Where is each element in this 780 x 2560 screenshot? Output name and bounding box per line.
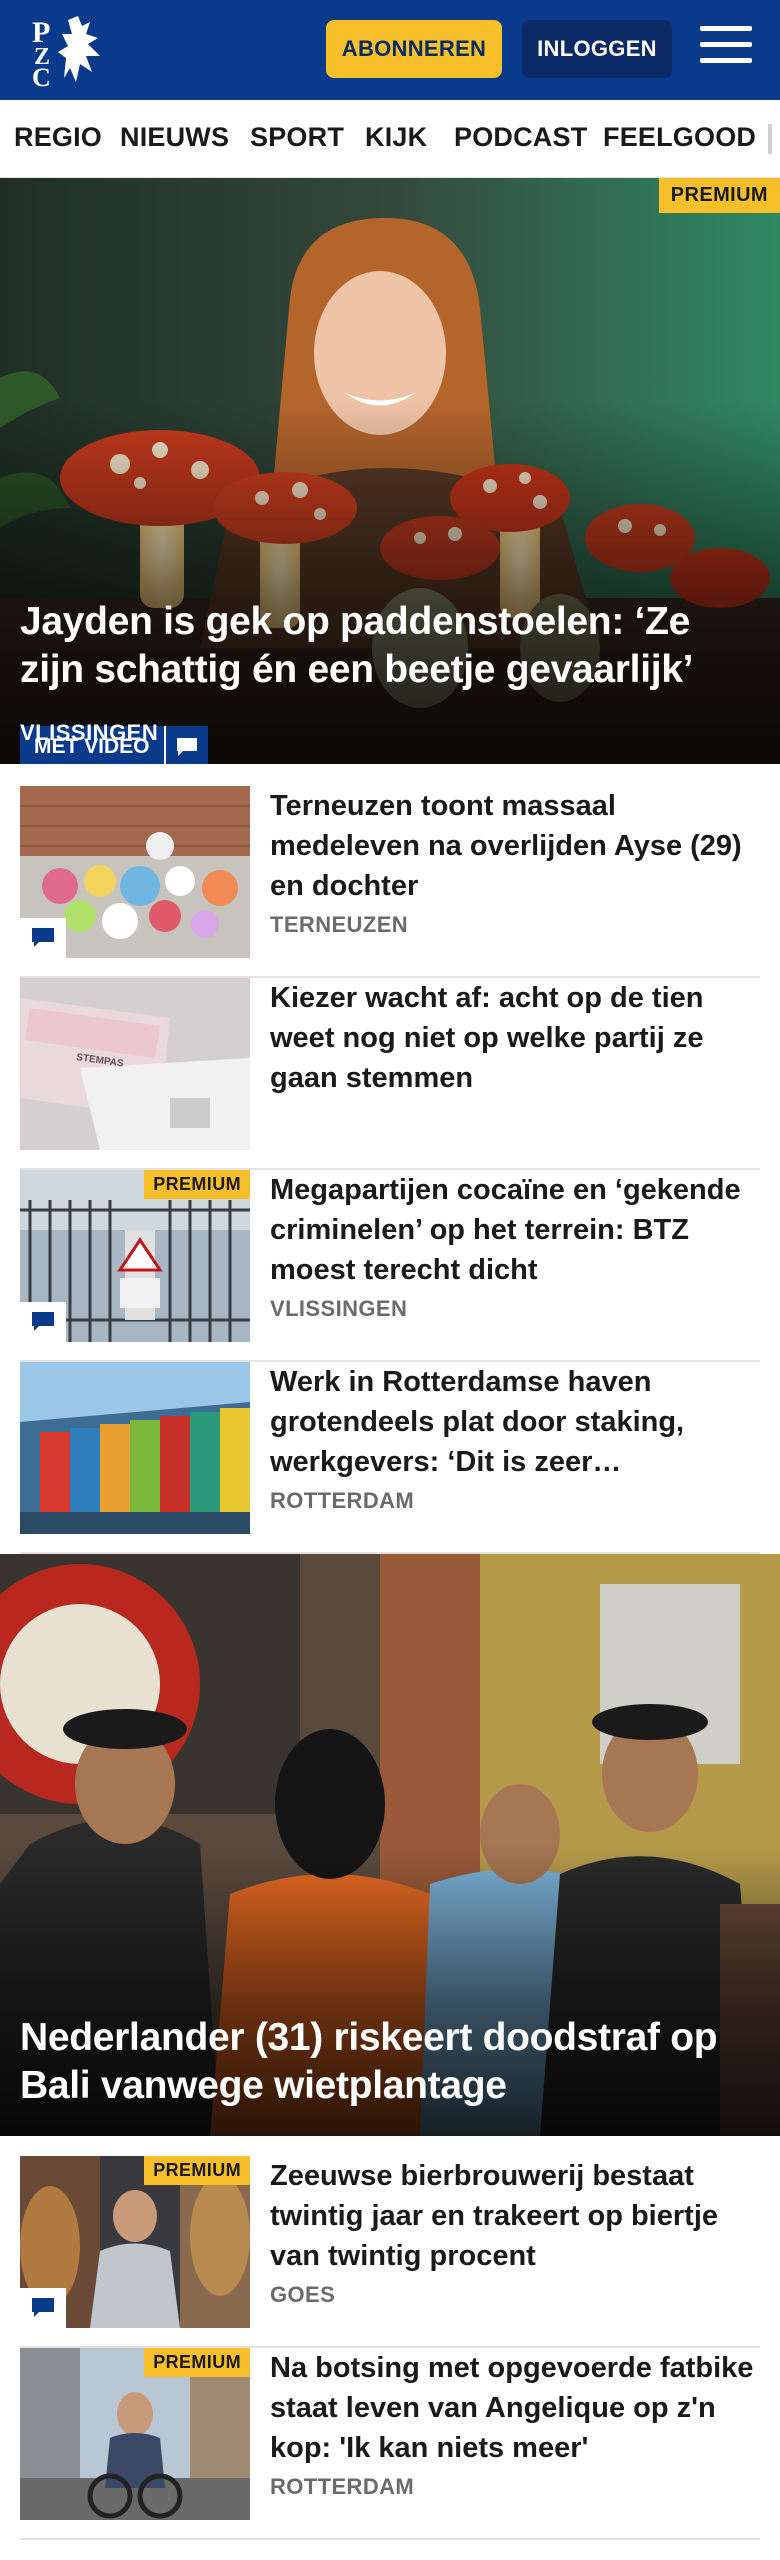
subscribe-button[interactable]: ABONNEREN (326, 20, 502, 78)
list-item[interactable]: Terneuzen toont massaal medeleven na ove… (20, 786, 760, 978)
nav-item-kijk[interactable]: KIJK (365, 122, 427, 153)
article-title[interactable]: Werk in Rotterdamse haven grotendeels pl… (270, 1362, 760, 1482)
article-thumbnail: STEMPAS (20, 978, 250, 1150)
hamburger-icon[interactable] (700, 26, 752, 72)
article-title[interactable]: Zeeuwse bierbrouwerij bestaat twintig ja… (270, 2156, 760, 2276)
top-header: P Z C ABONNEREN INLOGGEN (0, 0, 780, 100)
list-item[interactable]: PREMIUM Megapartijen cocaïne en ‘gekende… (20, 1170, 760, 1362)
hero-location: VLISSINGEN (20, 720, 159, 745)
premium-badge: PREMIUM (144, 2156, 250, 2185)
article-title[interactable]: Megapartijen cocaïne en ‘gekende crimine… (270, 1170, 760, 1290)
article-thumbnail: PREMIUM (20, 2348, 250, 2520)
list-item[interactable]: PREMIUM Zeeuwse bierbrouwerij bestaat tw… (20, 2156, 760, 2348)
article-location: GOES (270, 2282, 336, 2307)
article-thumbnail (20, 1362, 250, 1534)
article-thumbnail: PREMIUM (20, 1170, 250, 1342)
article-title[interactable]: Na botsing met opgevoerde fatbike staat … (270, 2348, 760, 2468)
nav-item-regio[interactable]: REGIO (14, 122, 102, 153)
hero-article-bali[interactable]: Nederlander (31) riskeert doodstraf op B… (0, 1554, 780, 2136)
premium-badge: PREMIUM (144, 2348, 250, 2377)
list-item[interactable]: PREMIUM Na botsing met opgevoerde fatbik… (20, 2348, 760, 2540)
login-button[interactable]: INLOGGEN (522, 20, 672, 78)
list-item[interactable]: Werk in Rotterdamse haven grotendeels pl… (20, 1362, 760, 1554)
article-title[interactable]: Kiezer wacht af: acht op de tien weet no… (270, 978, 760, 1098)
comment-icon (20, 918, 66, 958)
pzc-logo[interactable]: P Z C (28, 12, 112, 92)
premium-badge: PREMIUM (658, 178, 780, 213)
article-location: ROTTERDAM (270, 1488, 415, 1513)
article-thumbnail: PREMIUM (20, 2156, 250, 2328)
article-location: VLISSINGEN (270, 1296, 408, 1321)
nav-item-sport[interactable]: SPORT (250, 122, 344, 153)
hero-article-mushrooms[interactable]: PREMIUM MET VIDEO Jayden is gek op padde… (0, 178, 780, 764)
article-location: TERNEUZEN (270, 912, 409, 937)
nav-item-podcast[interactable]: PODCAST (454, 122, 587, 153)
article-location: ROTTERDAM (270, 2474, 415, 2499)
nav-overflow-indicator (768, 124, 772, 154)
article-thumbnail (20, 786, 250, 958)
hero-title[interactable]: Jayden is gek op paddenstoelen: ‘Ze zijn… (20, 598, 760, 694)
comment-icon (163, 726, 208, 764)
svg-text:C: C (32, 63, 51, 88)
hero-title[interactable]: Nederlander (31) riskeert doodstraf op B… (20, 2014, 760, 2110)
premium-badge: PREMIUM (144, 1170, 250, 1199)
nav-item-feelgood[interactable]: FEELGOOD (603, 122, 756, 153)
article-title[interactable]: Terneuzen toont massaal medeleven na ove… (270, 786, 760, 906)
section-nav: REGIO NIEUWS SPORT KIJK PODCAST FEELGOOD (0, 100, 780, 178)
list-item[interactable]: STEMPAS Kiezer wacht af: acht op de tien… (20, 978, 760, 1170)
comment-icon (20, 2288, 66, 2328)
comment-icon (20, 1302, 66, 1342)
nav-item-nieuws[interactable]: NIEUWS (120, 122, 229, 153)
